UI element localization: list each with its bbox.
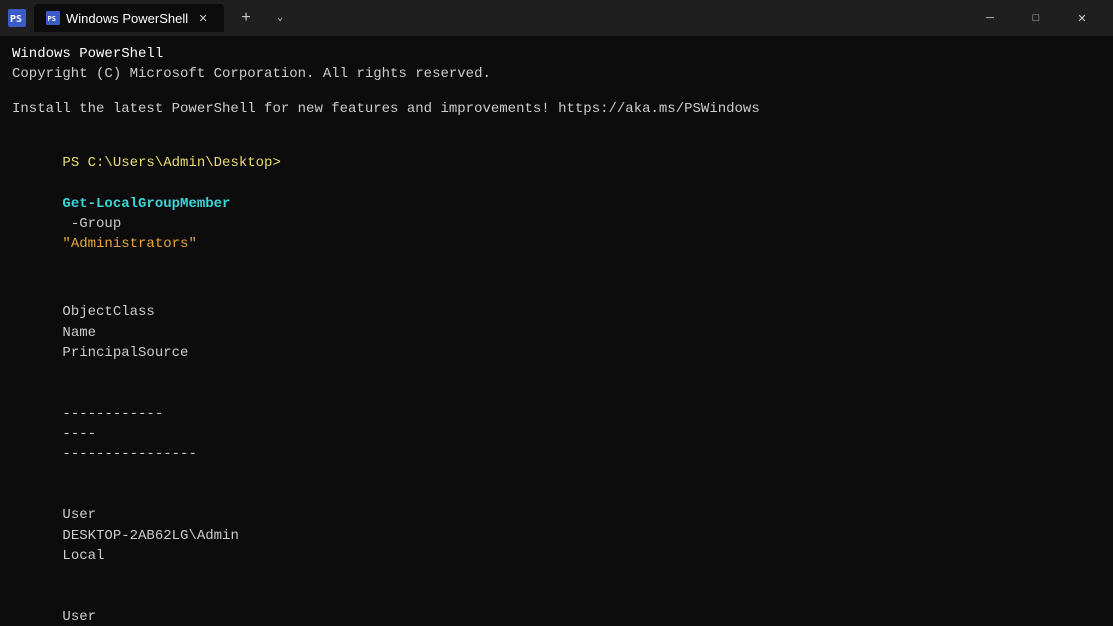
- row1-col2: DESKTOP-2AB62LG\Admin: [62, 526, 292, 546]
- cmd-keyword: Get-LocalGroupMember: [62, 196, 230, 212]
- new-tab-button[interactable]: +: [232, 4, 260, 32]
- spacer-3: [12, 275, 1101, 282]
- powershell-icon: PS: [8, 9, 26, 27]
- sep1: ------------: [62, 404, 222, 424]
- terminal-line-1: Windows PowerShell: [12, 44, 1101, 64]
- tab-ps-icon: PS: [46, 11, 60, 25]
- prompt-1: PS C:\Users\Admin\Desktop>: [62, 155, 280, 171]
- col1-header: ObjectClass: [62, 302, 222, 322]
- spacer-1: [12, 85, 1101, 99]
- col3-header: PrincipalSource: [62, 345, 188, 361]
- spacer-2: [12, 119, 1101, 133]
- row1-col1: User: [62, 505, 222, 525]
- terminal-command-line: PS C:\Users\Admin\Desktop> Get-LocalGrou…: [12, 133, 1101, 275]
- tab-label: Windows PowerShell: [66, 11, 188, 26]
- table-separator-row: ------------ ---- ----------------: [12, 383, 1101, 484]
- sep3: ----------------: [62, 446, 196, 462]
- table-row-1: User DESKTOP-2AB62LG\Admin Local: [12, 485, 1101, 586]
- sep2: ----: [62, 424, 292, 444]
- titlebar-left: PS PS Windows PowerShell ✕ + ⌄: [8, 4, 967, 32]
- cmd-string: "Administrators": [62, 236, 196, 252]
- svg-text:PS: PS: [10, 14, 22, 25]
- tab-dropdown-button[interactable]: ⌄: [268, 4, 292, 32]
- terminal-line-4: Install the latest PowerShell for new fe…: [12, 99, 1101, 119]
- terminal-line-2: Copyright (C) Microsoft Corporation. All…: [12, 64, 1101, 84]
- terminal-output[interactable]: Windows PowerShell Copyright (C) Microso…: [0, 36, 1113, 626]
- active-tab[interactable]: PS Windows PowerShell ✕: [34, 4, 224, 32]
- titlebar: PS PS Windows PowerShell ✕ + ⌄ ─ □ ✕: [0, 0, 1113, 36]
- powershell-window: PS PS Windows PowerShell ✕ + ⌄ ─ □ ✕: [0, 0, 1113, 626]
- svg-text:PS: PS: [48, 15, 56, 23]
- minimize-button[interactable]: ─: [967, 0, 1013, 36]
- tab-close-button[interactable]: ✕: [194, 9, 212, 27]
- row1-col3: Local: [62, 548, 104, 564]
- col2-header: Name: [62, 323, 292, 343]
- window-controls: ─ □ ✕: [967, 0, 1105, 36]
- maximize-button[interactable]: □: [1013, 0, 1059, 36]
- table-row-2: User DESKTOP-2AB62LG\Administrator Local: [12, 586, 1101, 626]
- close-button[interactable]: ✕: [1059, 0, 1105, 36]
- row2-col1: User: [62, 607, 222, 626]
- cmd-param: -Group: [62, 216, 129, 232]
- table-header-row: ObjectClass Name PrincipalSource: [12, 282, 1101, 383]
